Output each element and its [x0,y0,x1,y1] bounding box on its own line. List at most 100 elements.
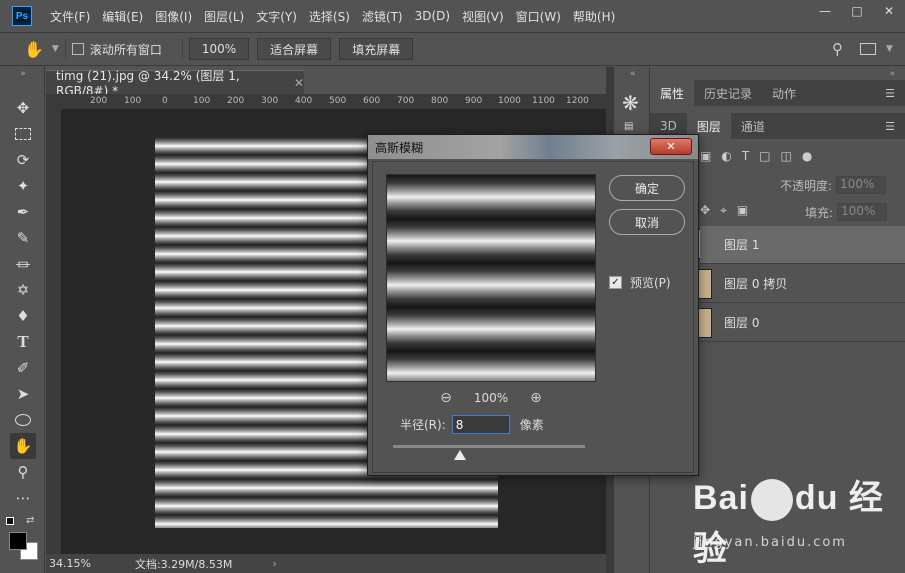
tab-properties[interactable]: 属性 [650,80,695,106]
foreground-color-swatch[interactable] [9,532,27,550]
type-filter-icon[interactable]: T [742,149,749,163]
stamp-icon[interactable]: ⏛ [10,251,36,277]
horizontal-ruler[interactable]: 200 100 0 100 200 300 400 500 600 700 80… [62,94,606,110]
layer-item[interactable]: 图层 0 [700,304,905,342]
history-icon[interactable]: ▤ [624,121,633,132]
zoom-level[interactable]: 34.15% [49,557,91,570]
radius-slider-track[interactable] [393,445,585,448]
ruler-label: 0 [162,96,168,106]
ok-button[interactable]: 确定 [609,175,685,201]
menu-view[interactable]: 视图(V) [462,8,504,25]
scroll-all-windows-checkbox[interactable] [71,43,84,55]
panel-menu-icon[interactable]: ☰ [885,87,895,100]
cancel-button[interactable]: 取消 [609,209,685,235]
zoom-in-icon[interactable]: ⊕ [530,390,542,406]
radius-slider-thumb[interactable] [454,450,467,460]
menu-type[interactable]: 文字(Y) [256,8,297,25]
tools-panel: » ✥ ⟳ ✦ ✒ ✎ ⏛ ✡ ♦ T ✐ ➤ ✋ ⚲ ⋯ ⇄ [0,67,45,573]
adjustment-filter-icon[interactable]: ◐ [721,149,731,163]
ruler-label: 1200 [566,96,589,106]
menu-edit[interactable]: 编辑(E) [102,8,143,25]
collapse-icon[interactable]: » [889,69,895,79]
collapse-icon[interactable]: « [630,69,636,79]
lock-pixels-icon[interactable]: ✥ [700,203,710,218]
layer-item[interactable]: 图层 1 [700,226,905,264]
menu-window[interactable]: 窗口(W) [516,8,561,25]
search-icon[interactable]: ⚲ [832,40,843,58]
ruler-label: 1100 [532,96,555,106]
lock-icon[interactable]: ▣ [737,203,748,218]
preview-checkbox[interactable]: ✓ [609,276,622,289]
radius-input[interactable] [451,415,510,434]
path-select-icon[interactable]: ➤ [10,381,36,407]
fit-screen-button[interactable]: 适合屏幕 [257,38,332,60]
opacity-control: 不透明度: 100% [780,176,887,194]
ruler-label: 800 [431,96,449,106]
menu-help[interactable]: 帮助(H) [573,8,615,25]
panel-menu-icon[interactable]: ☰ [885,120,895,133]
minimize-button[interactable]: — [809,0,841,22]
preview-zoom-level: 100% [473,391,509,405]
more-tools-icon[interactable]: ⋯ [10,485,36,511]
menu-bar: Ps 文件(F) 编辑(E) 图像(I) 图层(L) 文字(Y) 选择(S) 滤… [0,0,905,32]
menu-filter[interactable]: 滤镜(T) [362,8,403,25]
workspace-icon[interactable] [860,43,876,55]
pen-tool-icon[interactable]: ✐ [10,355,36,381]
swap-colors-icon[interactable]: ⇄ [26,515,34,526]
layer-item[interactable]: 图层 0 拷贝 [700,265,905,303]
fill-screen-button[interactable]: 填充屏幕 [339,38,414,60]
ruler-label: 900 [465,96,483,106]
default-colors-icon[interactable] [6,517,14,525]
ruler-origin[interactable] [46,94,62,110]
chevron-down-icon[interactable]: ▼ [52,44,59,54]
type-tool-icon[interactable]: T [10,329,36,355]
preview-checkbox-row[interactable]: ✓ 预览(P) [609,274,671,291]
shape-filter-icon[interactable]: □ [759,149,770,163]
tab-history[interactable]: 历史记录 [694,80,762,106]
hand-tool-icon[interactable]: ✋ [24,40,44,59]
menu-layer[interactable]: 图层(L) [204,8,244,25]
opacity-input[interactable]: 100% [836,176,887,194]
menu-image[interactable]: 图像(I) [155,8,192,25]
vertical-ruler[interactable] [46,110,62,554]
ellipse-tool-icon[interactable] [10,407,36,433]
menu-file[interactable]: 文件(F) [50,8,90,25]
close-icon[interactable]: ✕ [294,76,304,90]
filter-toggle-icon[interactable]: ● [802,149,812,163]
crop-icon[interactable]: ⌖ [720,203,727,218]
zoom-100-button[interactable]: 100% [188,38,250,60]
zoom-out-icon[interactable]: ⊖ [440,390,452,406]
brush-icon[interactable]: ✎ [10,225,36,251]
properties-tab-group: 属性 历史记录 动作 ☰ [650,80,905,106]
chevron-down-icon[interactable]: ▼ [886,44,893,54]
smart-object-filter-icon[interactable]: ◫ [781,149,792,163]
ruler-label: 1000 [498,96,521,106]
image-filter-icon[interactable]: ▣ [700,149,711,163]
properties-icon[interactable]: ❋ [622,91,639,115]
chevron-right-icon[interactable]: › [272,557,276,570]
marquee-tool-icon[interactable] [10,121,36,147]
collapse-icon[interactable]: » [10,67,36,81]
menu-3d[interactable]: 3D(D) [415,9,450,23]
zoom-tool-icon[interactable]: ⚲ [10,459,36,485]
paint-bucket-icon[interactable]: ♦ [10,303,36,329]
eyedropper-icon[interactable]: ✒ [10,199,36,225]
dialog-title-bar[interactable]: 高斯模糊 ✕ [368,135,698,159]
tab-channels[interactable]: 通道 [731,113,775,139]
move-tool-icon[interactable]: ✥ [10,95,36,121]
ruler-label: 400 [295,96,313,106]
close-window-button[interactable]: ✕ [873,0,905,22]
blur-preview[interactable] [386,174,596,382]
maximize-button[interactable]: □ [841,0,873,22]
menu-select[interactable]: 选择(S) [309,8,350,25]
ruler-label: 500 [329,96,347,106]
radius-unit: 像素 [519,418,544,432]
hand-tool-icon[interactable]: ✋ [10,433,36,459]
lasso-tool-icon[interactable]: ⟳ [10,147,36,173]
fill-input[interactable]: 100% [837,203,888,221]
tab-actions[interactable]: 动作 [762,80,806,106]
eraser-icon[interactable]: ✡ [10,277,36,303]
dialog-close-button[interactable]: ✕ [650,138,692,155]
document-tab[interactable]: timg (21).jpg @ 34.2% (图层 1, RGB/8#) * ✕ [46,69,304,98]
magic-wand-icon[interactable]: ✦ [10,173,36,199]
